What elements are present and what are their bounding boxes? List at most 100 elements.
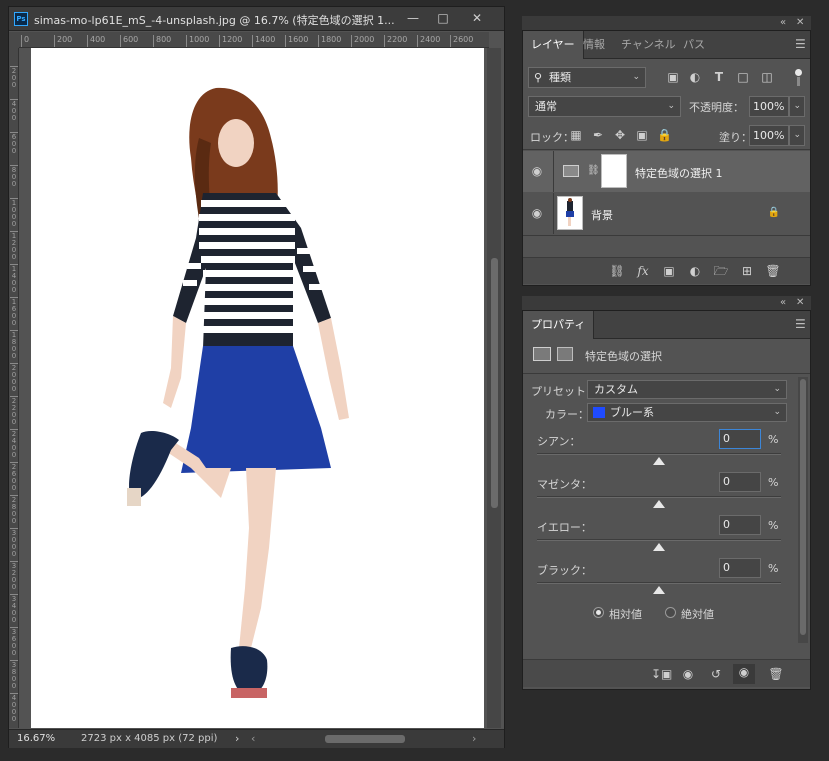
minimize-icon[interactable]: — (399, 10, 427, 27)
filter-kind-value: 種類 (549, 71, 571, 84)
color-label: カラー： (545, 408, 589, 421)
ruler-tick: 2600 (10, 462, 18, 492)
close-panel-icon[interactable]: ✕ (796, 17, 804, 28)
yellow-input[interactable]: 0 (719, 515, 761, 535)
ruler-tick: 3400 (10, 594, 18, 624)
mask-icon[interactable] (557, 347, 573, 361)
document-size-info: 2723 px x 4085 px (72 ppi) (81, 733, 218, 744)
panel-menu-icon[interactable]: ☰ (795, 317, 806, 331)
smart-object-filter-icon[interactable]: ◫ (759, 69, 775, 85)
blend-mode-select[interactable]: 通常 ⌄ (528, 96, 681, 117)
fx-icon[interactable]: fx (635, 263, 651, 279)
clip-to-layer-icon[interactable]: ↧▣ (651, 666, 672, 682)
layer-name[interactable]: 特定色域の選択 1 (635, 165, 723, 181)
fill-input[interactable]: 100% (749, 125, 789, 146)
new-layer-icon[interactable]: ⊞ (739, 263, 755, 279)
properties-scrollbar[interactable] (798, 377, 808, 643)
relative-label[interactable]: 相対値 (609, 606, 642, 622)
type-filter-icon[interactable]: T (711, 69, 727, 85)
link-chain-icon[interactable]: ⛓ (587, 163, 600, 179)
layer-name[interactable]: 背景 (591, 207, 613, 223)
magenta-slider-track[interactable] (537, 496, 781, 498)
link-layers-icon[interactable]: ⛓ (609, 263, 625, 279)
close-icon[interactable]: ✕ (463, 10, 491, 27)
opacity-dropdown[interactable]: ⌄ (789, 96, 805, 117)
black-label: ブラック： (537, 564, 592, 577)
reset-icon[interactable]: ↺ (707, 666, 725, 682)
visibility-eye-icon[interactable]: ◉ (733, 664, 755, 684)
visibility-eye-icon[interactable]: ◉ (529, 163, 545, 179)
scroll-thumb[interactable] (800, 379, 806, 635)
preset-select[interactable]: カスタム ⌄ (587, 380, 787, 399)
color-swatch (593, 407, 605, 418)
lock-transparent-icon[interactable]: ▦ (569, 127, 583, 143)
collapse-icon[interactable]: « (780, 17, 786, 28)
layer-row-background[interactable]: ◉ 背景 🔒 (523, 193, 810, 234)
scroll-right-icon[interactable]: › (472, 732, 476, 745)
absolute-label[interactable]: 絶対値 (681, 606, 714, 622)
tab-channels[interactable]: チャンネル (613, 31, 684, 59)
close-panel-icon[interactable]: ✕ (796, 297, 804, 308)
ruler-tick: 200 (54, 35, 72, 47)
ruler-tick: 0 (21, 35, 29, 47)
adjustment-title: 特定色域の選択 (585, 350, 662, 363)
ruler-tick: 3600 (10, 627, 18, 657)
adjustment-filter-icon[interactable]: ◐ (687, 69, 703, 85)
ruler-tick: 1600 (10, 297, 18, 327)
cyan-input[interactable]: 0 (719, 429, 761, 449)
yellow-slider-track[interactable] (537, 539, 781, 541)
black-slider-knob[interactable] (653, 586, 665, 594)
relative-radio[interactable] (593, 607, 604, 618)
document-vertical-scrollbar[interactable] (487, 48, 501, 728)
add-mask-icon[interactable]: ▣ (661, 263, 677, 279)
new-adjustment-icon[interactable]: ◐ (687, 263, 703, 279)
horizontal-ruler[interactable]: 0 200 400 600 800 1000 1200 1400 1600 1800 2000 220… (19, 32, 489, 48)
layer-row-selective-color[interactable]: ◉ ⛓ 特定色域の選択 1 (523, 151, 810, 192)
yellow-slider-knob[interactable] (653, 543, 665, 551)
document-title-bar[interactable]: Ps simas-mo-lp61E_mS_-4-unsplash.jpg @ 1… (9, 7, 504, 31)
magenta-slider-knob[interactable] (653, 500, 665, 508)
absolute-radio[interactable] (665, 607, 676, 618)
ruler-tick: 1000 (186, 35, 209, 47)
pixel-filter-icon[interactable]: ▣ (665, 69, 681, 85)
lock-paint-brush-icon[interactable]: ✒ (591, 127, 605, 143)
tab-properties[interactable]: プロパティ (523, 311, 595, 339)
layer-filter-kind[interactable]: ⚲ 種類 ⌄ (528, 67, 646, 88)
trash-icon[interactable]: 🗑 (765, 263, 781, 279)
trash-icon[interactable]: 🗑 (767, 666, 785, 682)
cyan-slider-track[interactable] (537, 453, 781, 455)
layer-thumbnail[interactable] (557, 196, 583, 230)
lock-position-move-icon[interactable]: ✥ (613, 127, 627, 143)
opacity-input[interactable]: 100% (749, 96, 789, 117)
collapse-icon[interactable]: « (780, 297, 786, 308)
vertical-ruler[interactable]: 200 400 600 800 1000 1200 1400 1600 1800 2000 2200… (9, 48, 19, 728)
horizontal-scroll-thumb[interactable] (325, 735, 405, 743)
chevron-right-icon[interactable]: › (235, 732, 239, 745)
black-slider-track[interactable] (537, 582, 781, 584)
fill-dropdown[interactable]: ⌄ (789, 125, 805, 146)
view-previous-state-icon[interactable]: ◉ (679, 666, 697, 682)
maximize-icon[interactable]: □ (429, 10, 457, 27)
scroll-thumb[interactable] (491, 258, 498, 508)
magenta-input[interactable]: 0 (719, 472, 761, 492)
black-input[interactable]: 0 (719, 558, 761, 578)
shape-filter-icon[interactable]: □ (735, 69, 751, 85)
lock-all-icon[interactable]: 🔒 (657, 127, 672, 143)
preset-value: カスタム (594, 383, 638, 396)
tab-info[interactable]: 情報 (575, 31, 613, 59)
visibility-eye-icon[interactable]: ◉ (529, 205, 545, 221)
cyan-slider-knob[interactable] (653, 457, 665, 465)
ruler-tick: 2200 (384, 35, 407, 47)
scroll-left-icon[interactable]: ‹ (251, 732, 255, 745)
new-group-folder-icon[interactable]: 🗁 (713, 263, 729, 279)
chevron-down-icon: ⌄ (667, 101, 675, 111)
tab-paths[interactable]: パス (675, 31, 713, 59)
properties-panel: プロパティ ☰ 特定色域の選択 プリセット： カスタム ⌄ カラー： ブルー系 … (522, 310, 811, 690)
color-select[interactable]: ブルー系 ⌄ (587, 403, 787, 422)
filter-toggle[interactable] (793, 69, 803, 87)
lock-artboard-icon[interactable]: ▣ (635, 127, 649, 143)
panel-menu-icon[interactable]: ☰ (795, 37, 806, 51)
zoom-level[interactable]: 16.67% (17, 733, 55, 744)
layer-mask-thumbnail[interactable] (601, 154, 627, 188)
document-canvas[interactable] (31, 48, 484, 728)
